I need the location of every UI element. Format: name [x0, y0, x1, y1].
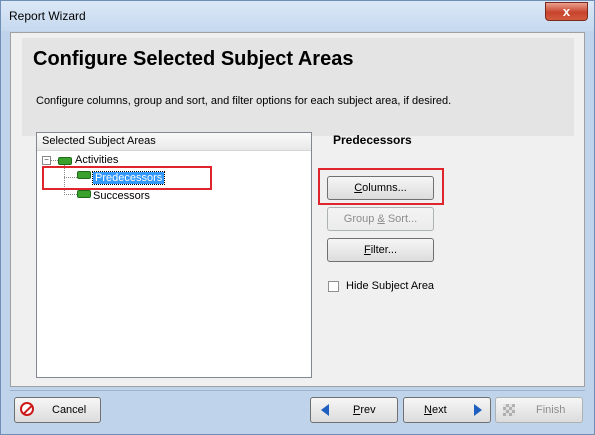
tree-connector [64, 194, 77, 195]
finish-button[interactable]: Finish [495, 397, 583, 423]
hide-subject-area-label: Hide Subject Area [346, 280, 435, 292]
columns-button[interactable]: Columns... [327, 176, 434, 200]
cancel-label: Cancel [52, 404, 87, 416]
highlight-box-predecessors [42, 166, 212, 190]
selected-area-title: Predecessors [333, 133, 412, 147]
group-sort-button[interactable]: Group & Sort... [327, 207, 434, 231]
subject-area-node-icon [77, 190, 91, 198]
tree-connector [51, 160, 58, 161]
cancel-icon [20, 402, 34, 416]
filter-button[interactable]: Filter... [327, 238, 434, 262]
collapse-icon[interactable]: − [42, 156, 51, 165]
columns-mnemonic: C [354, 182, 363, 194]
page-title: Configure Selected Subject Areas [33, 48, 354, 70]
footer-divider [10, 390, 585, 391]
next-arrow-icon [474, 404, 482, 416]
group-sort-prefix: Group [343, 213, 378, 225]
group-sort-mnemonic: & [377, 213, 385, 225]
columns-label: olumns... [362, 182, 407, 194]
prev-label: rev [360, 404, 376, 416]
wizard-content: Configure Selected Subject Areas Configu… [10, 32, 585, 387]
close-button[interactable]: x [545, 2, 588, 21]
close-icon: x [562, 4, 571, 19]
tree-item-label: Successors [93, 190, 150, 202]
prev-arrow-icon [321, 404, 329, 416]
title-bar: Report Wizard x [1, 1, 594, 31]
prev-button[interactable]: Prev [310, 397, 398, 423]
finish-label: Finish [536, 404, 566, 416]
report-wizard-window: Report Wizard x Configure Selected Subje… [0, 0, 595, 435]
next-button[interactable]: Next [403, 397, 491, 423]
subject-area-node-icon [58, 157, 72, 165]
tree-item-successors[interactable]: Successors [93, 188, 150, 204]
filter-label: ilter... [370, 244, 398, 256]
header-band: Configure Selected Subject Areas Configu… [22, 38, 574, 136]
filter-mnemonic: F [363, 244, 371, 256]
group-sort-label: Sort... [384, 213, 418, 225]
finish-flag-icon [503, 404, 515, 416]
hide-subject-area-checkbox[interactable] [328, 281, 339, 292]
page-description: Configure columns, group and sort, and f… [36, 95, 452, 107]
tree-header: Selected Subject Areas [37, 133, 311, 151]
next-label: ext [431, 404, 447, 416]
next-mnemonic: N [424, 404, 432, 416]
tree-header-label: Selected Subject Areas [42, 135, 156, 147]
tree-item-label: Activities [75, 154, 119, 166]
cancel-button[interactable]: Cancel [14, 397, 101, 423]
window-title: Report Wizard [9, 9, 86, 23]
